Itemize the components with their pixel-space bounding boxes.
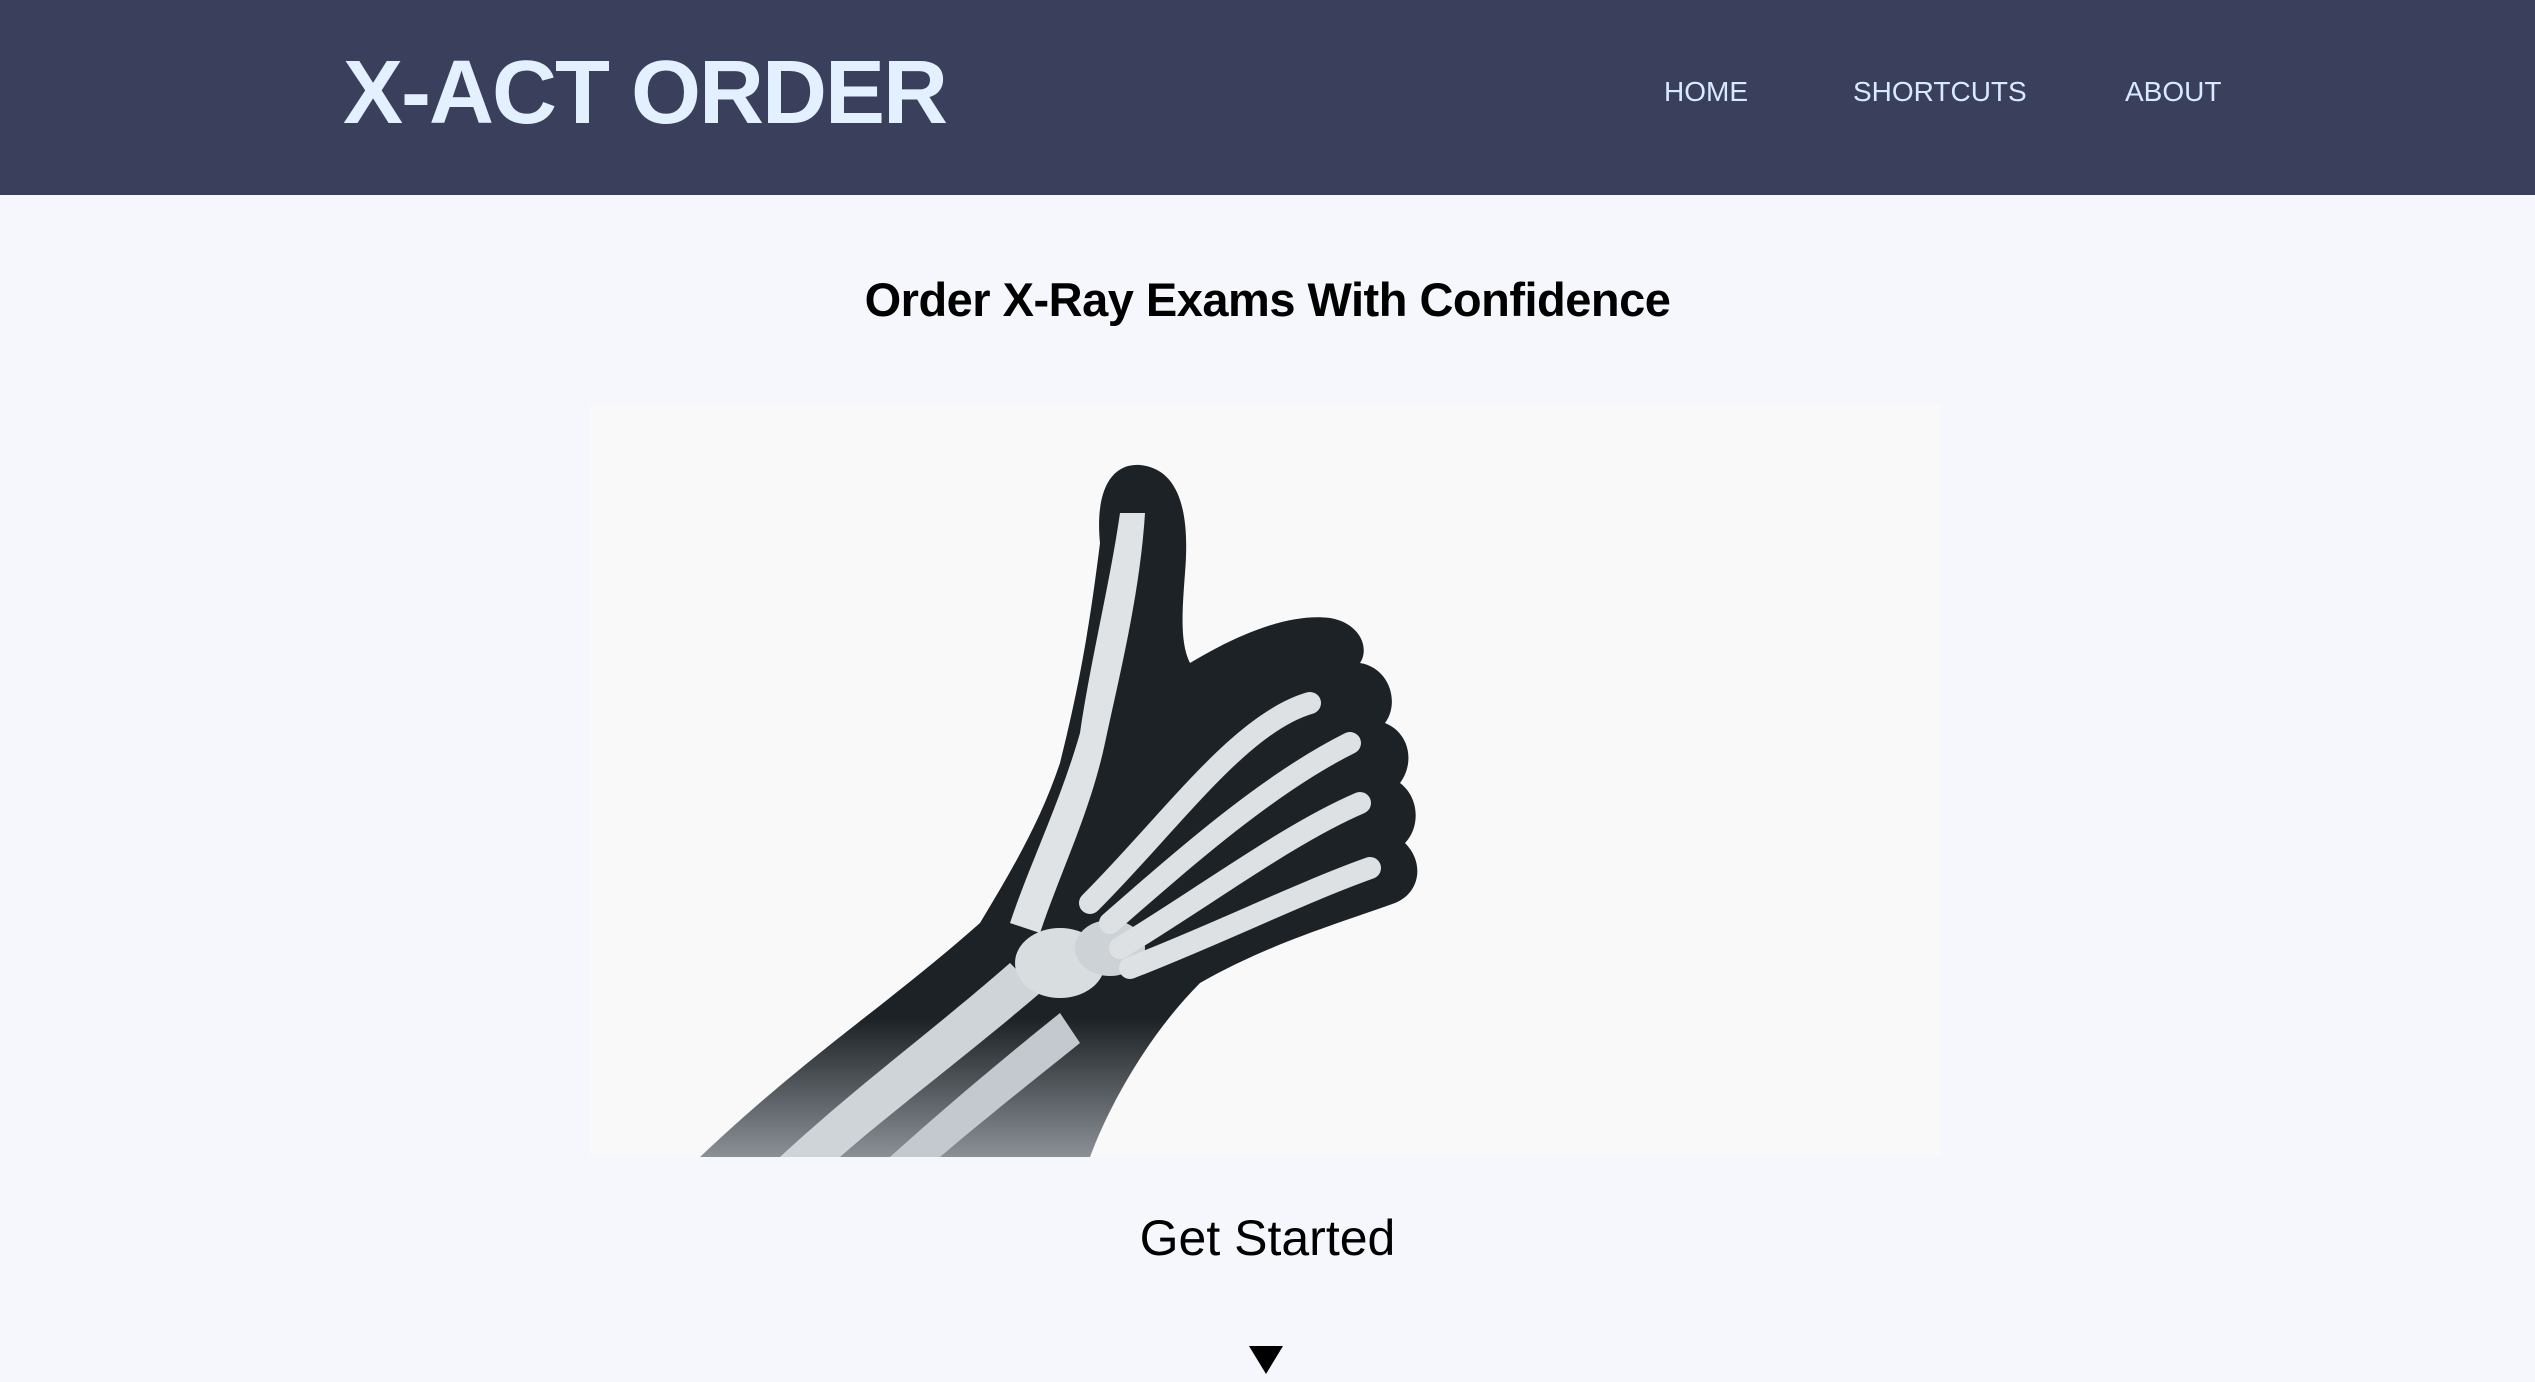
logo[interactable]: X-ACT ORDER [343, 38, 948, 148]
hero-xray-image [590, 403, 1940, 1157]
nav-shortcuts[interactable]: SHORTCUTS [1853, 72, 2027, 112]
page-title: Order X-Ray Exams With Confidence [864, 273, 1671, 326]
header: X-ACT ORDER HOME SHORTCUTS ABOUT [0, 0, 2535, 195]
nav-about[interactable]: ABOUT [2125, 72, 2221, 112]
get-started-button[interactable]: Get Started [0, 1204, 2535, 1272]
nav-home[interactable]: HOME [1664, 72, 1748, 112]
triangle-down-icon[interactable] [1249, 1346, 1283, 1374]
thumbs-up-xray-illustration [700, 464, 1418, 1157]
